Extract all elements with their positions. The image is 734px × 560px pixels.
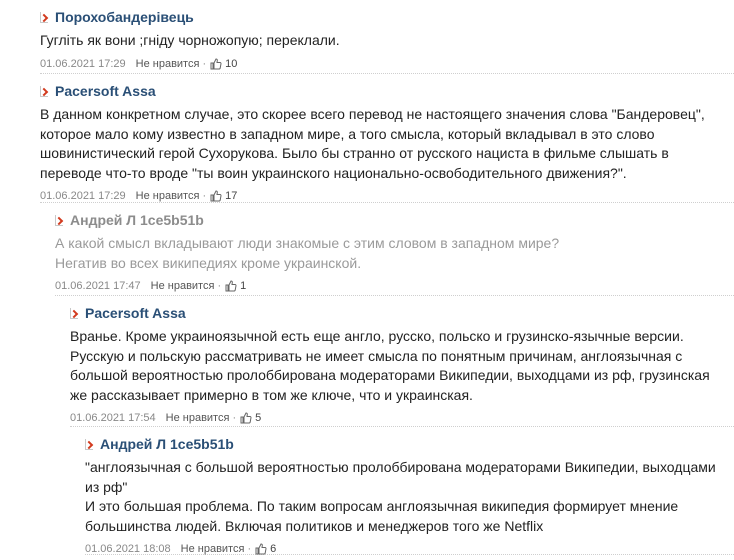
comment: Порохобандерівець Гугліть як вони ;гніду… <box>40 0 734 74</box>
reply-arrow-icon <box>85 438 94 450</box>
comment-text: Вранье. Кроме украиноязычной есть еще ан… <box>70 328 710 403</box>
separator: · <box>202 57 207 70</box>
dislike-button[interactable]: Не нравится <box>181 543 245 555</box>
reply-arrow-icon <box>40 85 49 97</box>
dislike-button[interactable]: Не нравится <box>166 412 230 424</box>
comment-date: 01.06.2021 18:08 <box>85 543 171 555</box>
comment: Pacersoft Assa В данном конкретном случа… <box>40 74 734 203</box>
like-count: 10 <box>225 57 238 70</box>
author-link[interactable]: Андрей Л 1ce5b51b <box>70 212 204 228</box>
comments-thread: Порохобандерівець Гугліть як вони ;гніду… <box>0 0 734 560</box>
comment-date: 01.06.2021 17:54 <box>70 412 156 424</box>
like-count: 17 <box>225 190 238 202</box>
author-link[interactable]: Pacersoft Assa <box>85 305 186 321</box>
comment-text: А какой смысл вкладывают люди знакомые с… <box>55 235 560 271</box>
reply-arrow-icon <box>55 214 64 226</box>
comment-text: В данном конкретном случае, это скорее в… <box>40 106 705 181</box>
comment: Pacersoft Assa Вранье. Кроме украиноязыч… <box>70 296 734 427</box>
comment-meta: 01.06.2021 17:54 Не нравится · 5 <box>70 411 734 425</box>
comment-meta: 01.06.2021 18:08 Не нравится · 6 <box>85 542 734 556</box>
reply-arrow-icon <box>70 307 79 319</box>
dislike-button[interactable]: Не нравится <box>151 280 215 292</box>
thumbs-up-icon[interactable] <box>225 280 237 292</box>
thumbs-up-icon[interactable] <box>240 412 252 424</box>
separator: · <box>217 280 222 292</box>
comment-meta: 01.06.2021 17:47 Не нравится · 1 <box>55 279 734 293</box>
comment-meta: 01.06.2021 17:29 Не нравится · 10 <box>40 57 734 71</box>
comment-date: 01.06.2021 17:47 <box>55 280 141 292</box>
comment-date: 01.06.2021 17:29 <box>40 57 126 70</box>
thumbs-up-icon[interactable] <box>210 190 222 202</box>
thumbs-up-icon[interactable] <box>255 543 267 555</box>
comment-header: Pacersoft Assa <box>70 305 734 321</box>
like-count: 1 <box>240 280 247 292</box>
comment: Андрей Л 1ce5b51b "англоязычная с большо… <box>85 427 734 555</box>
comment-header: Андрей Л 1ce5b51b <box>85 436 734 452</box>
dislike-button[interactable]: Не нравится <box>136 190 200 202</box>
comment-meta: 01.06.2021 17:29 Не нравится · 17 <box>40 189 734 203</box>
comment-text: "англоязычная с большой вероятностью про… <box>85 459 716 534</box>
comment-header: Pacersoft Assa <box>40 83 734 99</box>
separator: · <box>247 543 252 555</box>
comment-header: Порохобандерівець <box>40 9 734 25</box>
author-link[interactable]: Андрей Л 1ce5b51b <box>100 436 234 452</box>
separator: · <box>202 190 207 202</box>
comment: Андрей Л 1ce5b51b А какой смысл вкладыва… <box>55 203 734 296</box>
comment-text: Гугліть як вони ;гніду чорножопую; перек… <box>40 32 340 48</box>
comment-header: Андрей Л 1ce5b51b <box>55 212 734 228</box>
like-count: 6 <box>270 543 277 555</box>
dislike-button[interactable]: Не нравится <box>136 58 200 70</box>
like-count: 5 <box>255 412 262 424</box>
comment-date: 01.06.2021 17:29 <box>40 190 126 202</box>
author-link[interactable]: Порохобандерівець <box>55 9 194 25</box>
separator: · <box>232 412 237 424</box>
author-link[interactable]: Pacersoft Assa <box>55 83 156 99</box>
thumbs-up-icon[interactable] <box>210 57 222 70</box>
reply-arrow-icon <box>40 11 49 23</box>
